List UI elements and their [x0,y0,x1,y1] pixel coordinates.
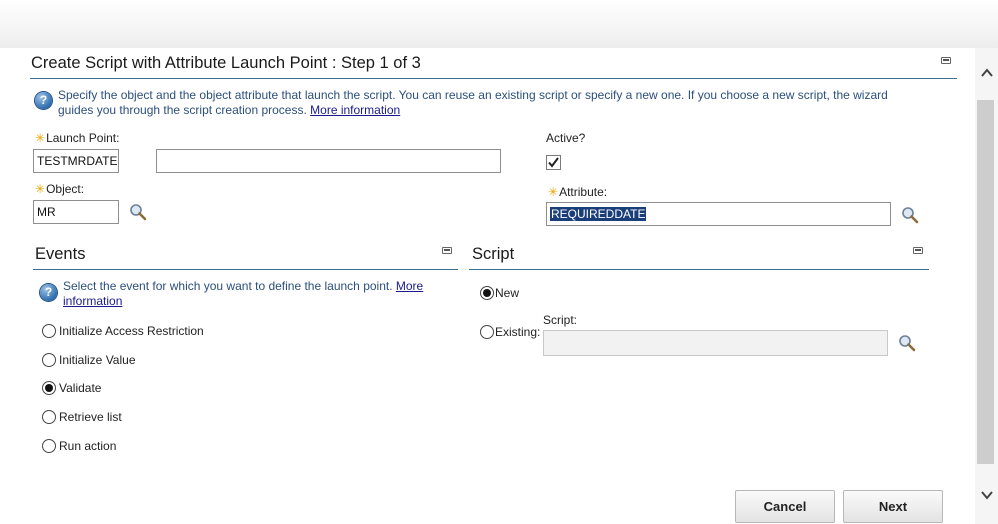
launch-point-input[interactable]: TESTMRDATE [33,149,119,173]
object-lookup-magnifier-icon[interactable] [129,203,147,221]
event-option-retrieve-list[interactable]: Retrieve list [42,409,242,425]
help-icon[interactable]: ? [35,92,52,109]
object-input[interactable]: MR [33,200,119,224]
script-option-label: Existing: [495,325,541,339]
script-minimize-icon[interactable] [913,247,923,254]
event-option-label: Initialize Value [59,353,136,367]
event-radio-selected[interactable] [42,381,56,395]
event-option-label: Validate [59,381,102,395]
events-section-title: Events [35,245,86,263]
script-section-title: Script [472,245,515,263]
dialog-title: Create Script with Attribute Launch Poin… [31,54,421,72]
scrollbar-thumb[interactable] [977,100,994,464]
script-radio-selected[interactable] [480,286,494,300]
dialog-help-text: Specify the object and the object attrib… [58,88,908,118]
required-star-icon: ✳ [35,131,46,145]
attribute-label: ✳Attribute: [548,185,608,199]
events-information-link[interactable]: information [63,294,122,308]
script-option-existing[interactable]: Existing: [480,324,545,340]
dialog-title-rule [30,78,957,79]
events-minimize-icon[interactable] [442,247,452,254]
events-help-icon[interactable]: ? [40,284,57,301]
script-lookup-magnifier-icon[interactable] [898,334,916,352]
script-option-label: New [495,286,520,300]
event-radio[interactable] [42,324,56,338]
event-option-initialize-value[interactable]: Initialize Value [42,352,242,368]
scroll-down-arrow-icon[interactable] [975,486,998,506]
launch-point-description-input[interactable] [156,149,501,173]
active-label: Active? [546,131,586,145]
script-option-new[interactable]: New [480,285,560,301]
more-information-link[interactable]: More information [310,103,400,117]
scroll-up-arrow-icon[interactable] [975,64,998,84]
event-option-label: Initialize Access Restriction [59,324,204,338]
event-radio[interactable] [42,410,56,424]
events-help-text: Select the event for which you want to d… [63,279,453,309]
event-radio[interactable] [42,439,56,453]
script-radio[interactable] [480,325,494,339]
object-label: ✳Object: [35,182,85,196]
attribute-input[interactable]: REQUIREDDATE [546,202,891,226]
script-section-rule [469,269,929,270]
script-input[interactable] [543,330,888,356]
dialog-help-message: Specify the object and the object attrib… [58,88,888,117]
events-section-rule [33,269,458,270]
attribute-lookup-magnifier-icon[interactable] [901,206,919,224]
event-option-label: Retrieve list [59,410,122,424]
event-option-label: Run action [59,439,117,453]
next-button[interactable]: Next [843,490,943,523]
cancel-button[interactable]: Cancel [735,490,835,523]
dialog: Create Script with Attribute Launch Poin… [0,48,975,524]
dialog-minimize-icon[interactable] [941,57,951,64]
event-option-initialize-access-restriction[interactable]: Initialize Access Restriction [42,323,242,339]
checkmark-icon [548,157,559,168]
event-option-validate[interactable]: Validate [42,380,242,396]
active-checkbox[interactable] [546,155,561,170]
events-more-link[interactable]: More [396,279,423,293]
window-top-bar [0,0,998,48]
attribute-selected-text: REQUIREDDATE [550,207,647,221]
launch-point-label: ✳Launch Point: [35,131,120,145]
script-label: Script: [543,313,578,327]
event-radio[interactable] [42,353,56,367]
event-option-run-action[interactable]: Run action [42,438,242,454]
vertical-scrollbar[interactable] [975,48,998,524]
events-help-message: Select the event for which you want to d… [63,279,393,293]
required-star-icon: ✳ [548,185,559,199]
required-star-icon: ✳ [35,182,46,196]
